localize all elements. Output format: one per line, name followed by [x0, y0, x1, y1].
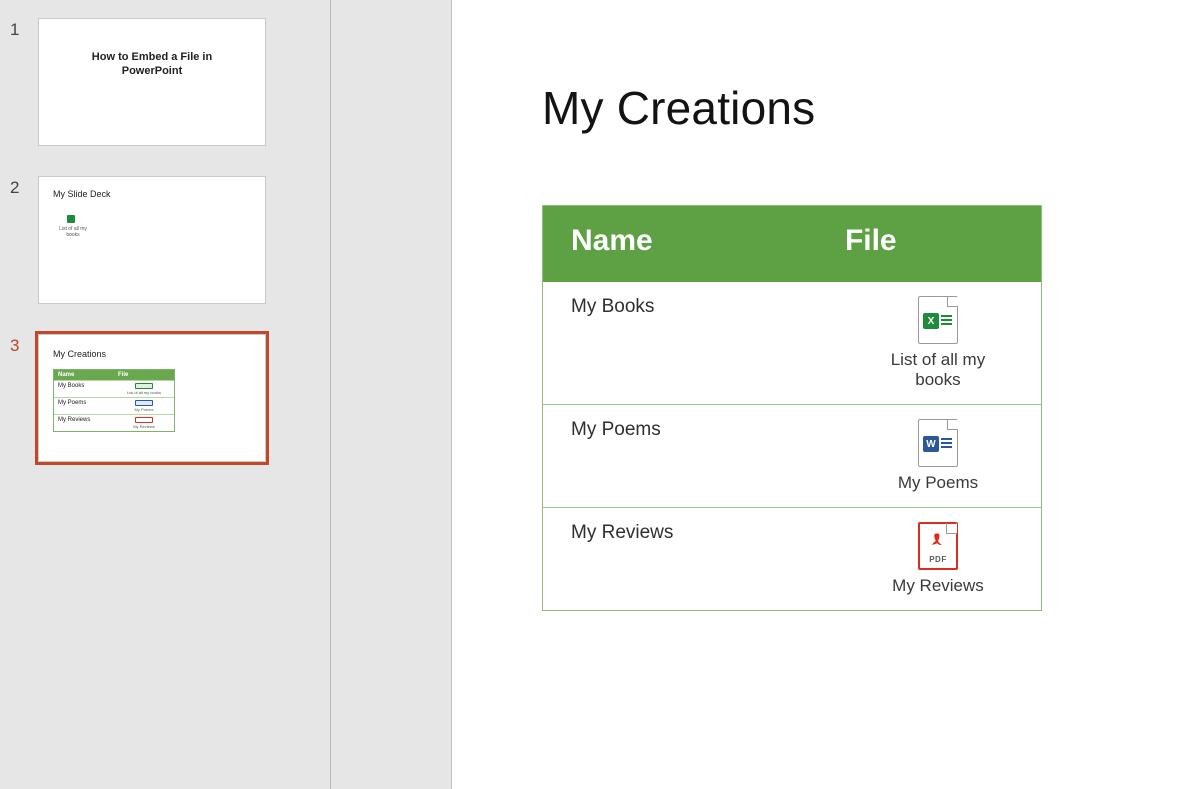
file-caption: My Poems [898, 473, 978, 493]
word-badge: W [923, 436, 939, 452]
thumbnail-title: My Creations [53, 349, 106, 359]
slide-number: 1 [10, 18, 38, 40]
excel-file-icon [67, 215, 75, 223]
embedded-file-object[interactable]: PDF My Reviews [845, 522, 1031, 596]
slide-thumbnail-2[interactable]: My Slide Deck List of all my books [38, 176, 266, 304]
slide-number: 3 [10, 334, 38, 356]
slide-thumbnail-row[interactable]: 3 My Creations Name File My Books List o… [10, 334, 320, 462]
table-row[interactable]: My Poems W My Poems [543, 405, 1042, 508]
embedded-file-object[interactable]: W My Poems [845, 419, 1031, 493]
row-file-cell[interactable]: PDF My Reviews [817, 508, 1042, 611]
slide-title[interactable]: My Creations [542, 81, 1200, 135]
table-row[interactable]: My Books X List of all my books [543, 282, 1042, 405]
thumbnail-title: My Slide Deck [53, 189, 111, 199]
table-header-file: File [817, 206, 1042, 283]
word-file-icon: W [918, 419, 958, 467]
slide-thumbnail-row[interactable]: 2 My Slide Deck List of all my books [10, 176, 320, 304]
file-caption: List of all my books [891, 350, 985, 390]
thumbnail-title: How to Embed a File in PowerPoint [39, 51, 265, 79]
slide-thumbnail-3[interactable]: My Creations Name File My Books List of … [38, 334, 266, 462]
row-name[interactable]: My Books [543, 282, 817, 405]
pdf-file-icon: PDF [918, 522, 958, 570]
table-header-name: Name [543, 206, 817, 283]
powerpoint-editor: 1 How to Embed a File in PowerPoint 2 My… [0, 0, 1200, 789]
row-name[interactable]: My Poems [543, 405, 817, 508]
adobe-pdf-glyph-icon [929, 532, 947, 550]
creations-table[interactable]: Name File My Books X [542, 205, 1042, 611]
slide-canvas[interactable]: My Creations Name File My Books [451, 0, 1200, 789]
excel-badge: X [923, 313, 939, 329]
pdf-badge: PDF [920, 555, 956, 564]
slide-thumbnail-panel: 1 How to Embed a File in PowerPoint 2 My… [0, 0, 330, 789]
excel-file-icon: X [918, 296, 958, 344]
slide-thumbnail-1[interactable]: How to Embed a File in PowerPoint [38, 18, 266, 146]
slide-number: 2 [10, 176, 38, 198]
row-file-cell[interactable]: W My Poems [817, 405, 1042, 508]
embedded-file-object[interactable]: X List of all my books [845, 296, 1031, 390]
slide-editor[interactable]: My Creations Name File My Books [331, 0, 1200, 789]
thumbnail-table: Name File My Books List of all my books … [53, 369, 175, 432]
row-name[interactable]: My Reviews [543, 508, 817, 611]
slide-thumbnail-row[interactable]: 1 How to Embed a File in PowerPoint [10, 18, 320, 146]
table-row[interactable]: My Reviews PDF My Reviews [543, 508, 1042, 611]
file-caption: My Reviews [892, 576, 984, 596]
row-file-cell[interactable]: X List of all my books [817, 282, 1042, 405]
thumbnail-caption: List of all my books [53, 227, 93, 238]
